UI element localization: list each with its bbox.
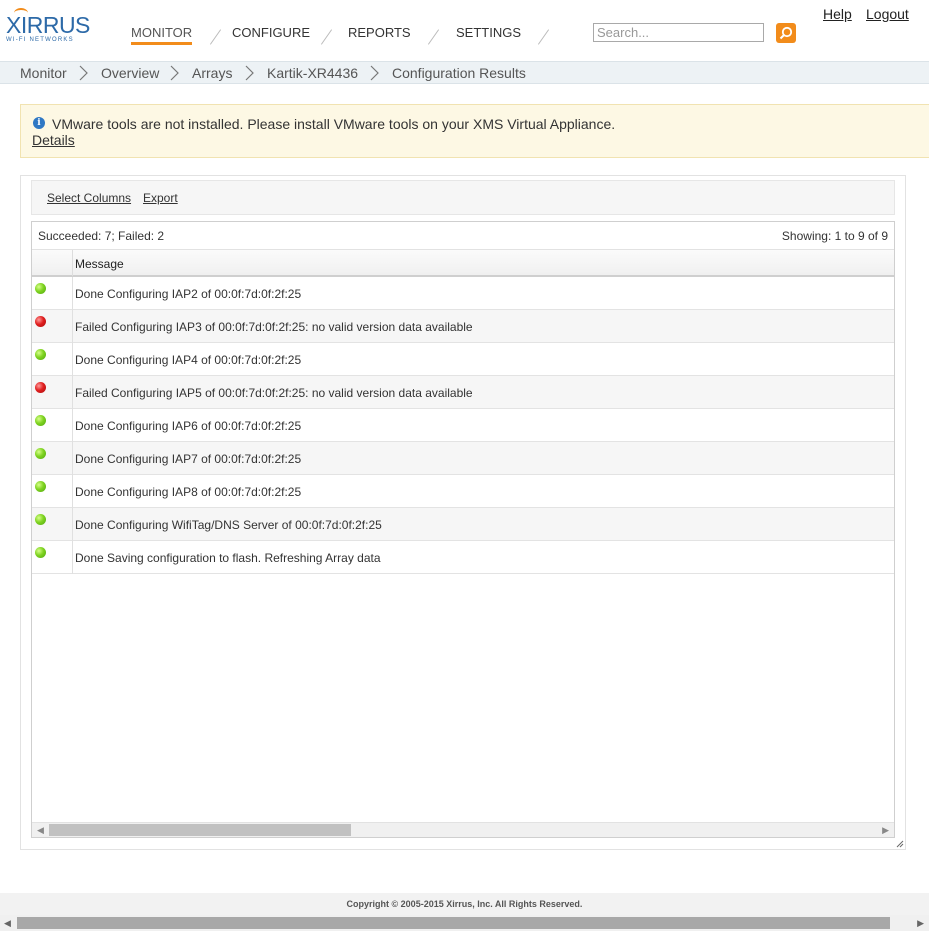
status-success-icon bbox=[35, 481, 46, 492]
alert-message: VMware tools are not installed. Please i… bbox=[52, 116, 616, 132]
row-message: Failed Configuring IAP3 of 00:0f:7d:0f:2… bbox=[75, 320, 473, 334]
nav-separator bbox=[537, 29, 550, 45]
breadcrumb-current: Configuration Results bbox=[392, 65, 526, 81]
chevron-right-icon bbox=[244, 65, 256, 81]
breadcrumb-monitor[interactable]: Monitor bbox=[20, 65, 67, 81]
logout-link[interactable]: Logout bbox=[866, 6, 909, 22]
breadcrumb: Monitor Overview Arrays Kartik-XR4436 Co… bbox=[0, 61, 929, 84]
nav-separator bbox=[320, 29, 333, 45]
grid-rows: Done Configuring IAP2 of 00:0f:7d:0f:2f:… bbox=[32, 277, 894, 574]
row-message: Done Configuring IAP2 of 00:0f:7d:0f:2f:… bbox=[75, 287, 302, 301]
grid-horizontal-scrollbar[interactable]: ◀ ▶ bbox=[32, 822, 894, 837]
status-failed-icon bbox=[35, 382, 46, 393]
results-grid: Succeeded: 7; Failed: 2 Showing: 1 to 9 … bbox=[31, 221, 895, 838]
status-success-icon bbox=[35, 514, 46, 525]
scrollbar-thumb[interactable] bbox=[17, 917, 890, 929]
page-horizontal-scrollbar[interactable]: ◀ ▶ bbox=[0, 915, 929, 931]
column-header-message[interactable]: Message bbox=[75, 257, 124, 271]
select-columns-link[interactable]: Select Columns bbox=[47, 191, 131, 205]
logo-tagline: WI-FI NETWORKS bbox=[6, 37, 74, 43]
status-success-icon bbox=[35, 349, 46, 360]
help-link[interactable]: Help bbox=[823, 6, 852, 22]
nav-separator bbox=[209, 29, 222, 45]
row-message: Done Saving configuration to flash. Refr… bbox=[75, 551, 381, 565]
grid-status-bar: Succeeded: 7; Failed: 2 Showing: 1 to 9 … bbox=[32, 222, 894, 249]
wifi-arc-icon bbox=[14, 8, 28, 18]
status-success-icon bbox=[35, 547, 46, 558]
status-success-icon bbox=[35, 448, 46, 459]
chevron-right-icon bbox=[78, 65, 90, 81]
resize-handle-icon[interactable] bbox=[896, 840, 904, 848]
breadcrumb-arrays[interactable]: Arrays bbox=[192, 65, 232, 81]
chevron-right-icon bbox=[169, 65, 181, 81]
status-success-icon bbox=[35, 415, 46, 426]
scroll-right-icon[interactable]: ▶ bbox=[882, 825, 889, 836]
table-row[interactable]: Done Configuring IAP4 of 00:0f:7d:0f:2f:… bbox=[32, 343, 894, 376]
column-divider bbox=[72, 277, 73, 574]
nav-configure[interactable]: CONFIGURE bbox=[232, 25, 310, 40]
scroll-left-icon[interactable]: ◀ bbox=[37, 825, 44, 836]
row-message: Done Configuring IAP8 of 00:0f:7d:0f:2f:… bbox=[75, 485, 302, 499]
grid-header: Message bbox=[32, 249, 894, 277]
table-row[interactable]: Failed Configuring IAP5 of 00:0f:7d:0f:2… bbox=[32, 376, 894, 409]
column-divider bbox=[72, 250, 73, 276]
row-message: Done Configuring WifiTag/DNS Server of 0… bbox=[75, 518, 382, 532]
row-message: Done Configuring IAP6 of 00:0f:7d:0f:2f:… bbox=[75, 419, 302, 433]
result-summary: Succeeded: 7; Failed: 2 bbox=[38, 229, 165, 243]
xirrus-logo[interactable]: XIRRUS WI-FI NETWORKS bbox=[6, 8, 90, 44]
row-message: Done Configuring IAP4 of 00:0f:7d:0f:2f:… bbox=[75, 353, 302, 367]
search-button[interactable] bbox=[776, 23, 796, 43]
row-message: Failed Configuring IAP5 of 00:0f:7d:0f:2… bbox=[75, 386, 473, 400]
nav-monitor[interactable]: MONITOR bbox=[131, 25, 193, 45]
scrollbar-thumb[interactable] bbox=[49, 824, 351, 836]
alert-details-link[interactable]: Details bbox=[32, 132, 75, 148]
nav-reports[interactable]: REPORTS bbox=[348, 25, 411, 40]
export-link[interactable]: Export bbox=[143, 191, 178, 205]
status-failed-icon bbox=[35, 316, 46, 327]
table-row[interactable]: Done Configuring WifiTag/DNS Server of 0… bbox=[32, 508, 894, 541]
status-success-icon bbox=[35, 283, 46, 294]
table-row[interactable]: Done Configuring IAP7 of 00:0f:7d:0f:2f:… bbox=[32, 442, 894, 475]
breadcrumb-array-name[interactable]: Kartik-XR4436 bbox=[267, 65, 358, 81]
table-row[interactable]: Done Configuring IAP6 of 00:0f:7d:0f:2f:… bbox=[32, 409, 894, 442]
scroll-left-icon[interactable]: ◀ bbox=[4, 918, 11, 929]
table-row[interactable]: Done Configuring IAP8 of 00:0f:7d:0f:2f:… bbox=[32, 475, 894, 508]
table-row[interactable]: Done Saving configuration to flash. Refr… bbox=[32, 541, 894, 574]
chevron-right-icon bbox=[369, 65, 381, 81]
nav-settings[interactable]: SETTINGS bbox=[456, 25, 521, 40]
app-header: XIRRUS WI-FI NETWORKS MONITOR CONFIGURE … bbox=[0, 0, 929, 60]
row-message: Done Configuring IAP7 of 00:0f:7d:0f:2f:… bbox=[75, 452, 302, 466]
nav-separator bbox=[427, 29, 440, 45]
scroll-right-icon[interactable]: ▶ bbox=[917, 918, 924, 929]
table-row[interactable]: Failed Configuring IAP3 of 00:0f:7d:0f:2… bbox=[32, 310, 894, 343]
info-icon: i bbox=[33, 117, 45, 129]
breadcrumb-overview[interactable]: Overview bbox=[101, 65, 159, 81]
search-input[interactable] bbox=[593, 23, 764, 42]
grid-toolbar: Select Columns Export bbox=[31, 180, 895, 215]
table-row[interactable]: Done Configuring IAP2 of 00:0f:7d:0f:2f:… bbox=[32, 277, 894, 310]
vmware-warning-alert: i VMware tools are not installed. Please… bbox=[20, 104, 929, 158]
footer-copyright: Copyright © 2005-2015 Xirrus, Inc. All R… bbox=[0, 893, 929, 915]
paging-info: Showing: 1 to 9 of 9 bbox=[781, 229, 888, 243]
search-icon bbox=[779, 26, 793, 40]
